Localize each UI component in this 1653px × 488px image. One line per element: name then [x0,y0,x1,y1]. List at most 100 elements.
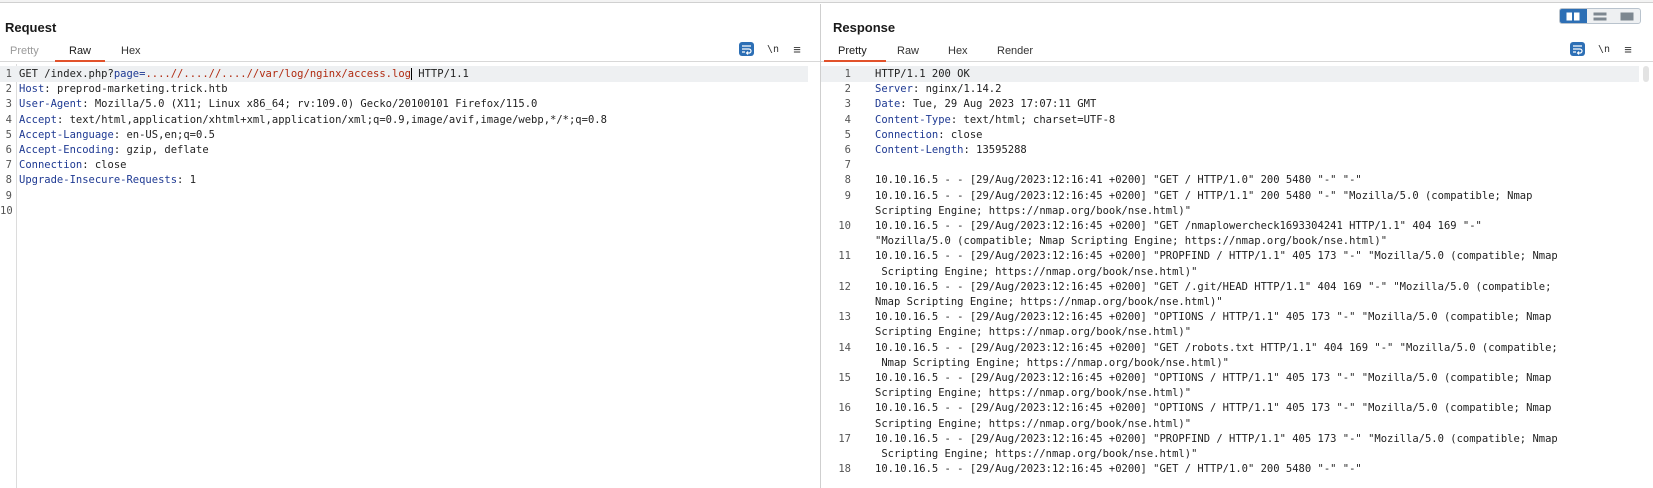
code-line[interactable]: 18 10.10.16.5 - - [29/Aug/2023:12:16:45 +… [821,461,1653,477]
code-line[interactable]: Scripting Engine; https://nmap.org/book/… [821,264,1653,280]
code-line[interactable]: 7 Connection: close [0,157,820,173]
code-line[interactable]: Scripting Engine; https://nmap.org/book/… [821,416,1653,432]
line-number: 18 [838,463,851,476]
request-tab-raw[interactable]: Raw [69,45,91,57]
header-name: User-Agent [19,98,83,111]
response-tabbar: Pretty Raw Hex Render [821,42,1653,62]
line-content: Connection: close [19,157,126,173]
code-line[interactable]: 6 Content-Length: 13595288 [821,142,1653,158]
line-text: HTTP/1.1 200 OK [875,68,970,80]
code-line[interactable]: 15 10.10.16.5 - - [29/Aug/2023:12:16:45 +… [821,370,1653,386]
line-content: 10.10.16.5 - - [29/Aug/2023:12:16:45 +02… [875,309,1551,325]
line-content: User-Agent: Mozilla/5.0 (X11; Linux x86_… [19,96,537,112]
line-content: 10.10.16.5 - - [29/Aug/2023:12:16:45 +02… [875,218,1482,234]
code-line[interactable]: Nmap Scripting Engine; https://nmap.org/… [821,294,1653,310]
code-line[interactable]: 4 Accept: text/html,application/xhtml+xml… [0,112,820,128]
header-value: : 13595288 [963,144,1027,156]
line-number: 6 [844,144,851,156]
request-tab-hex[interactable]: Hex [121,45,141,57]
code-line[interactable]: Scripting Engine; https://nmap.org/book/… [821,203,1653,219]
response-editor[interactable]: 1 HTTP/1.1 200 OK 2 Server: nginx/1.14.2 3 Da… [821,64,1653,488]
code-line[interactable]: 16 10.10.16.5 - - [29/Aug/2023:12:16:45 +… [821,400,1653,416]
code-line[interactable]: 3 User-Agent: Mozilla/5.0 (X11; Linux x86… [0,96,820,112]
request-pane: Request Pretty Raw Hex \n ≡ 1 GET /index.… [0,4,820,488]
line-text: 10.10.16.5 - - [29/Aug/2023:12:16:45 +02… [875,250,1558,263]
response-scrollbar[interactable] [1643,66,1649,82]
request-editor[interactable]: 1 GET /index.php?page=....//....//....//v… [0,64,820,488]
response-newline-button[interactable]: \n [1595,41,1613,57]
code-line[interactable]: 10 10.10.16.5 - - [29/Aug/2023:12:16:45 +… [821,218,1653,234]
header-name: Accept-Encoding [19,144,114,156]
request-menu-icon[interactable]: ≡ [790,41,804,57]
code-line[interactable]: 10 [0,203,820,219]
response-pane: Response Pretty Raw Hex Render \n ≡ 1 HTT… [821,4,1653,488]
code-line[interactable]: 6 Accept-Encoding: gzip, deflate [0,142,820,158]
line-text: Scripting Engine; https://nmap.org/book/… [875,265,1198,278]
code-line[interactable]: 7 [821,157,1653,173]
code-line[interactable]: 11 10.10.16.5 - - [29/Aug/2023:12:16:45 +… [821,248,1653,264]
header-value: : Tue, 29 Aug 2023 17:07:11 GMT [900,98,1097,111]
code-line[interactable]: "Mozilla/5.0 (compatible; Nmap Scripting… [821,233,1653,249]
response-menu-icon[interactable]: ≡ [1621,41,1635,57]
line-text: 10.10.16.5 - - [29/Aug/2023:12:16:45 +02… [875,341,1558,354]
line-content: Accept: text/html,application/xhtml+xml,… [19,112,607,128]
code-line[interactable]: 5 Connection: close [821,127,1653,143]
response-tab-render[interactable]: Render [997,45,1033,57]
wrap-lines-icon [739,42,754,56]
code-line[interactable]: Nmap Scripting Engine; https://nmap.org/… [821,355,1653,371]
header-name: Date [875,98,901,111]
line-number: 5 [844,128,851,141]
window-top-rule [0,0,1653,3]
line-number: 10 [838,220,851,232]
code-line[interactable]: 8 Upgrade-Insecure-Requests: 1 [0,172,820,188]
request-wrap-button[interactable] [739,41,754,57]
line-content: Server: nginx/1.14.2 [875,81,1001,97]
code-line[interactable]: 4 Content-Type: text/html; charset=UTF-8 [821,112,1653,128]
line-text: 10.10.16.5 - - [29/Aug/2023:12:16:45 +02… [875,402,1552,415]
code-line[interactable]: 8 10.10.16.5 - - [29/Aug/2023:12:16:41 +0… [821,172,1653,188]
code-line[interactable]: 5 Accept-Language: en-US,en;q=0.5 [0,127,820,143]
line-content: 10.10.16.5 - - [29/Aug/2023:12:16:45 +02… [875,248,1558,264]
line-content: Accept-Language: en-US,en;q=0.5 [19,127,215,143]
code-line[interactable]: 9 10.10.16.5 - - [29/Aug/2023:12:16:45 +0… [821,188,1653,204]
request-newline-button[interactable]: \n [764,41,782,57]
header-name: Connection [875,128,939,141]
code-line[interactable]: 1 HTTP/1.1 200 OK [821,66,1639,82]
header-name: Upgrade-Insecure-Requests [19,174,178,187]
line-content: Date: Tue, 29 Aug 2023 17:07:11 GMT [875,96,1096,112]
line-number: 3 [5,98,12,111]
line-content: Content-Length: 13595288 [875,142,1027,158]
code-line[interactable]: 12 10.10.16.5 - - [29/Aug/2023:12:16:45 +… [821,279,1653,295]
code-line[interactable]: 3 Date: Tue, 29 Aug 2023 17:07:11 GMT [821,96,1653,112]
code-line[interactable]: 2 Server: nginx/1.14.2 [821,81,1653,97]
line-content: Accept-Encoding: gzip, deflate [19,142,209,158]
code-line[interactable]: 13 10.10.16.5 - - [29/Aug/2023:12:16:45 +… [821,309,1653,325]
header-value: : preprod-marketing.trick.htb [44,83,228,96]
line-number: 2 [5,83,12,96]
line-content: 10.10.16.5 - - [29/Aug/2023:12:16:45 +02… [875,461,1362,477]
line-number: 9 [5,189,12,202]
line-text: 10.10.16.5 - - [29/Aug/2023:12:16:45 +02… [875,432,1558,445]
code-line[interactable]: 2 Host: preprod-marketing.trick.htb [0,81,820,97]
response-tab-hex[interactable]: Hex [948,45,968,57]
response-tab-pretty[interactable]: Pretty [838,45,867,57]
line-text: Scripting Engine; https://nmap.org/book/… [875,448,1198,460]
code-line[interactable]: Scripting Engine; https://nmap.org/book/… [821,324,1653,340]
response-tab-raw[interactable]: Raw [897,45,919,57]
code-line[interactable]: 9 [0,188,820,204]
line-content: Nmap Scripting Engine; https://nmap.org/… [875,355,1229,371]
code-line[interactable]: 1 GET /index.php?page=....//....//....//v… [0,66,808,82]
line-number: 9 [844,189,851,202]
code-line[interactable]: 14 10.10.16.5 - - [29/Aug/2023:12:16:45 +… [821,340,1653,356]
code-line[interactable]: 17 10.10.16.5 - - [29/Aug/2023:12:16:45 +… [821,431,1653,447]
code-line[interactable]: Scripting Engine; https://nmap.org/book/… [821,446,1653,462]
header-value: : en-US,en;q=0.5 [113,128,215,141]
line-content: 10.10.16.5 - - [29/Aug/2023:12:16:45 +02… [875,279,1551,295]
request-title: Request [5,20,57,35]
line-number: 6 [5,144,12,156]
line-content: 10.10.16.5 - - [29/Aug/2023:12:16:45 +02… [875,431,1558,447]
line-text: "Mozilla/5.0 (compatible; Nmap Scripting… [875,235,1388,248]
query-param-value: ....//....//....//var/log/nginx/access.l… [145,68,411,80]
code-line[interactable]: Scripting Engine; https://nmap.org/book/… [821,385,1653,401]
response-wrap-button[interactable] [1570,41,1585,57]
